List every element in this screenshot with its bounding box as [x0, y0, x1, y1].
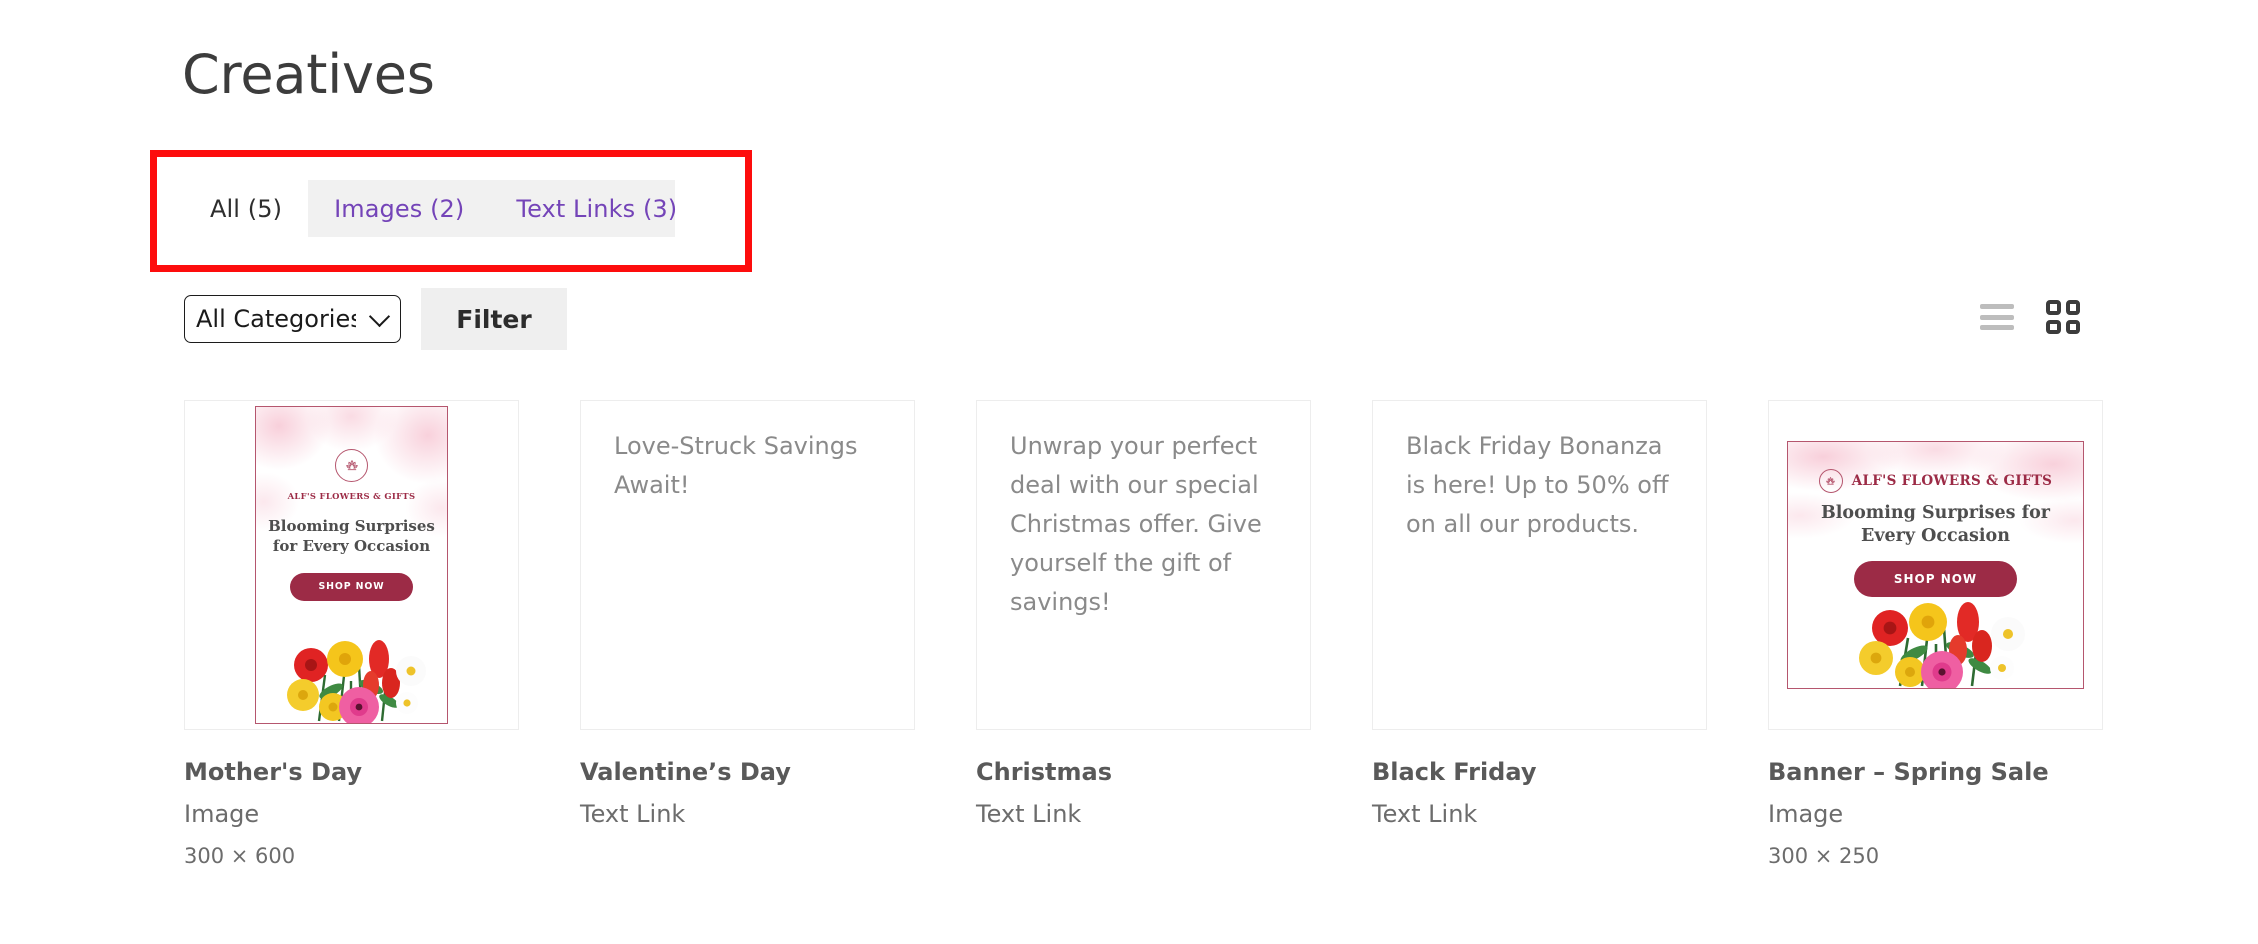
creative-preview[interactable]: Unwrap your perfect deal with our specia… — [976, 400, 1311, 730]
shop-now-button: SHOP NOW — [1853, 561, 2018, 598]
creative-name: Valentine’s Day — [580, 758, 791, 786]
creative-text-snippet: Black Friday Bonanza is here! Up to 50% … — [1406, 432, 1669, 538]
filter-toolbar: All Categories Filter — [184, 288, 2084, 359]
creative-type: Image — [1768, 800, 1844, 829]
bouquet-illustration — [286, 640, 426, 723]
creative-preview[interactable]: ALF'S FLOWERS & GIFTS Blooming Surprises… — [184, 400, 519, 730]
banner-brand-row: ALF'S FLOWERS & GIFTS — [1818, 469, 2053, 493]
creative-type: Text Link — [580, 800, 686, 829]
creative-meta: Banner – Spring Sale Image 300 × 250 — [1768, 730, 2103, 870]
creatives-page: Creatives All (5) Images (2) Text Links … — [0, 0, 2258, 944]
creative-type: Text Link — [976, 800, 1082, 829]
tab-all[interactable]: All (5) — [184, 180, 309, 237]
creative-dimensions: 300 × 250 — [1768, 843, 1880, 868]
creative-card: Black Friday Bonanza is here! Up to 50% … — [1372, 400, 1707, 870]
creative-name: Mother's Day — [184, 758, 363, 786]
banner-artwork-vertical: ALF'S FLOWERS & GIFTS Blooming Surprises… — [255, 406, 448, 724]
creative-name: Black Friday — [1372, 758, 1537, 786]
creative-meta: Christmas Text Link — [976, 730, 1311, 831]
list-view-icon — [1980, 304, 2014, 330]
creative-card: ALF'S FLOWERS & GIFTS Blooming Surprises… — [184, 400, 519, 870]
page-title: Creatives — [182, 43, 435, 106]
category-select[interactable]: All Categories — [184, 295, 401, 343]
creative-meta: Mother's Day Image 300 × 600 — [184, 730, 519, 870]
grid-view-icon — [2046, 300, 2080, 334]
shop-now-button: SHOP NOW — [290, 572, 413, 601]
list-view-button[interactable] — [1980, 304, 2014, 330]
creative-name: Christmas — [976, 758, 1113, 786]
creative-preview[interactable]: ALF'S FLOWERS & GIFTS Blooming Surprises… — [1768, 400, 2103, 730]
brand-logo-icon — [1818, 469, 1843, 493]
creative-text-snippet: Unwrap your perfect deal with our specia… — [1010, 432, 1262, 616]
creative-text-snippet: Love-Struck Savings Await! — [614, 432, 858, 499]
tab-images[interactable]: Images (2) — [308, 180, 490, 237]
brand-logo-icon — [335, 449, 368, 482]
banner-headline: Blooming Surprises for Every Occasion — [268, 517, 435, 555]
brand-name: ALF'S FLOWERS & GIFTS — [287, 491, 416, 501]
creative-meta: Black Friday Text Link — [1372, 730, 1707, 831]
creative-name: Banner – Spring Sale — [1768, 758, 2049, 786]
creative-type: Image — [184, 800, 260, 829]
creative-type-tabs: All (5) Images (2) Text Links (3) — [184, 180, 677, 237]
banner-artwork-horizontal: ALF'S FLOWERS & GIFTS Blooming Surprises… — [1787, 441, 2084, 689]
category-select-wrapper: All Categories — [184, 295, 401, 343]
view-toggle-group — [1980, 300, 2080, 334]
creative-card: ALF'S FLOWERS & GIFTS Blooming Surprises… — [1768, 400, 2103, 870]
creative-card: Love-Struck Savings Await! Valentine’s D… — [580, 400, 915, 870]
creative-dimensions: 300 × 600 — [184, 843, 296, 868]
creative-card: Unwrap your perfect deal with our specia… — [976, 400, 1311, 870]
brand-name: ALF'S FLOWERS & GIFTS — [1851, 473, 2053, 489]
filter-button[interactable]: Filter — [421, 288, 567, 350]
banner-headline: Blooming Surprises for Every Occasion — [1820, 503, 2051, 547]
tab-text-links[interactable]: Text Links (3) — [490, 180, 703, 237]
creative-preview[interactable]: Black Friday Bonanza is here! Up to 50% … — [1372, 400, 1707, 730]
grid-view-button[interactable] — [2046, 300, 2080, 334]
creative-meta: Valentine’s Day Text Link — [580, 730, 915, 831]
creative-type: Text Link — [1372, 800, 1478, 829]
creative-preview[interactable]: Love-Struck Savings Await! — [580, 400, 915, 730]
creatives-grid: ALF'S FLOWERS & GIFTS Blooming Surprises… — [184, 400, 2103, 870]
